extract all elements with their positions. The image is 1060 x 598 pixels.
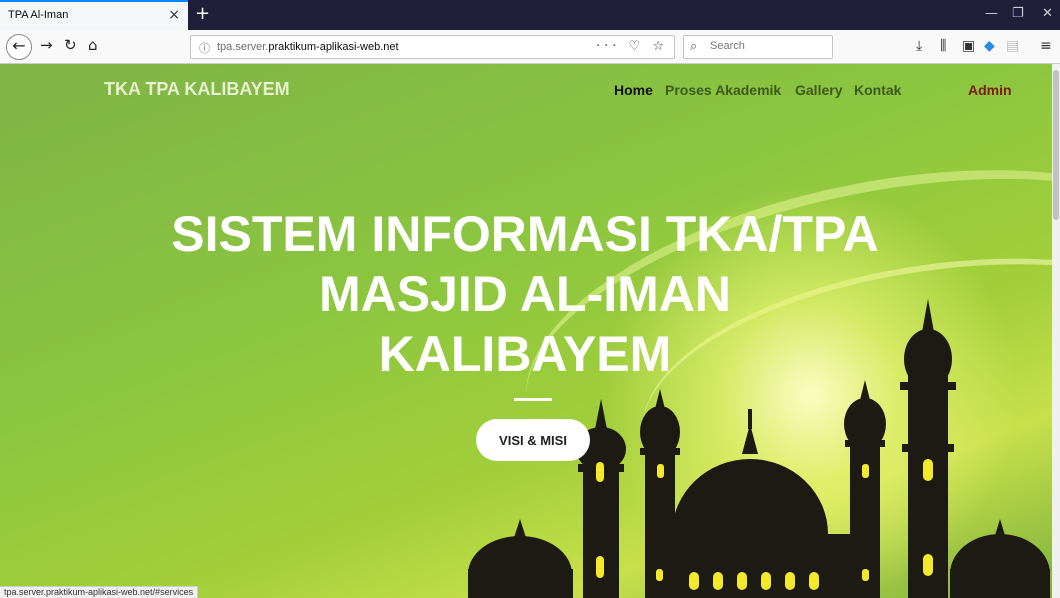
info-icon[interactable]: ⓘ — [199, 40, 210, 56]
forward-icon[interactable]: → — [40, 36, 53, 54]
tab-strip: TPA Al-Iman × + — ❐ ✕ — [0, 0, 1060, 30]
page-actions-icon[interactable]: ··· ♡ ☆ — [596, 39, 668, 54]
hero-title: SISTEM INFORMASI TKA/TPA MASJID AL-IMAN … — [100, 204, 950, 384]
url-prefix: tpa.server. — [217, 41, 269, 53]
menu-admin[interactable]: Admin — [968, 82, 1012, 98]
window-close-icon[interactable]: ✕ — [1042, 6, 1053, 21]
hero-line-2: MASJID AL-IMAN — [318, 266, 731, 322]
url-text[interactable]: tpa.server.praktikum-aplikasi-web.net — [217, 41, 399, 53]
menu-icon[interactable]: ≡ — [1040, 38, 1052, 54]
sidebar-icon[interactable]: ▣ — [962, 38, 975, 54]
status-bar-url: tpa.server.praktikum-aplikasi-web.net/#s… — [0, 586, 199, 598]
page-content: TKA TPA KALIBAYEM Home Proses Akademik G… — [0, 64, 1052, 598]
reader-icon[interactable]: ▤ — [1006, 38, 1019, 54]
hero-line-1: SISTEM INFORMASI TKA/TPA — [171, 206, 879, 262]
new-tab-button[interactable]: + — [195, 3, 210, 24]
minimize-icon[interactable]: — — [985, 6, 998, 21]
site-brand[interactable]: TKA TPA KALIBAYEM — [104, 79, 290, 100]
restore-icon[interactable]: ❐ — [1012, 6, 1024, 21]
close-icon[interactable]: × — [168, 7, 180, 23]
search-bar[interactable]: ⌕ — [683, 35, 833, 59]
reload-icon[interactable]: ↻ — [64, 36, 77, 54]
url-host: praktikum-aplikasi-web.net — [268, 41, 399, 53]
search-icon: ⌕ — [690, 39, 698, 54]
tab-tpa-al-iman[interactable]: TPA Al-Iman × — [0, 0, 188, 30]
menu-gallery[interactable]: Gallery — [795, 82, 842, 98]
back-button[interactable]: ← — [6, 34, 32, 60]
menu-proses-akademik[interactable]: Proses Akademik — [665, 82, 781, 98]
menu-home[interactable]: Home — [614, 82, 653, 98]
menu-kontak[interactable]: Kontak — [854, 82, 901, 98]
extension-icon[interactable]: ◆ — [984, 38, 995, 54]
hero-line-3: KALIBAYEM — [378, 326, 672, 382]
scrollbar-thumb[interactable] — [1053, 70, 1059, 220]
home-icon[interactable]: ⌂ — [88, 36, 98, 54]
tab-title: TPA Al-Iman — [8, 9, 69, 21]
url-bar[interactable]: ⓘ tpa.server.praktikum-aplikasi-web.net … — [190, 35, 675, 59]
search-input[interactable] — [708, 39, 828, 53]
hero-divider — [514, 398, 552, 401]
page-scrollbar[interactable] — [1052, 64, 1060, 598]
visi-misi-button[interactable]: VISI & MISI — [476, 419, 590, 461]
library-icon[interactable]: ⫼ — [940, 38, 946, 54]
download-icon[interactable]: ⤓ — [916, 38, 922, 54]
nav-toolbar: ← → ↻ ⌂ ⓘ tpa.server.praktikum-aplikasi-… — [0, 30, 1060, 64]
